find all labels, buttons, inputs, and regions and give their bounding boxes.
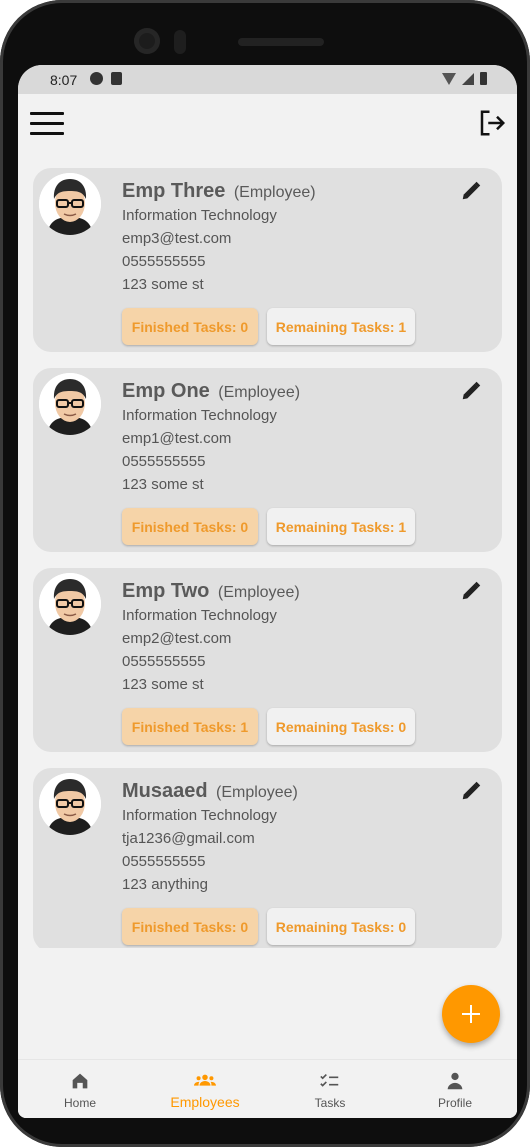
finished-tasks-chip[interactable]: Finished Tasks: 0: [122, 508, 258, 545]
app-bar: [18, 94, 517, 156]
sd-card-icon: [111, 72, 122, 85]
employee-card[interactable]: Emp Two (Employee) Information Technolog…: [33, 568, 502, 752]
employee-name: Musaaed: [122, 780, 208, 802]
employee-name: Emp One: [122, 380, 210, 402]
front-camera: [134, 28, 160, 54]
employee-phone: 0555555555: [122, 853, 206, 870]
app-screen: 8:07 Emp Three (Employee) Information Te…: [18, 65, 517, 1118]
people-icon: [194, 1074, 216, 1086]
remaining-tasks-chip[interactable]: Remaining Tasks: 0: [267, 708, 415, 745]
employee-card[interactable]: Emp One (Employee) Information Technolog…: [33, 368, 502, 552]
avatar: [39, 573, 101, 635]
nav-profile-label: Profile: [437, 1096, 472, 1110]
finished-tasks-chip[interactable]: Finished Tasks: 0: [122, 308, 258, 345]
employee-list: Emp Three (Employee) Information Technol…: [33, 168, 502, 948]
avatar: [39, 773, 101, 835]
employee-address: 123 some st: [122, 676, 204, 693]
employee-email: emp2@test.com: [122, 630, 232, 647]
nav-profile[interactable]: Profile: [393, 1060, 517, 1118]
nav-tasks-label: Tasks: [314, 1096, 346, 1110]
remaining-tasks-chip[interactable]: Remaining Tasks: 1: [267, 508, 415, 545]
signal-icon: [462, 72, 474, 85]
nav-tasks[interactable]: Tasks: [268, 1060, 392, 1118]
nav-home[interactable]: Home: [18, 1060, 142, 1118]
employee-phone: 0555555555: [122, 453, 206, 470]
employee-role: (Employee): [217, 584, 300, 601]
finished-tasks-chip[interactable]: Finished Tasks: 1: [122, 708, 258, 745]
phone-frame: 8:07 Emp Three (Employee) Information Te…: [0, 0, 530, 1147]
status-bar: 8:07: [18, 65, 517, 94]
employee-role: (Employee): [216, 784, 298, 801]
nav-employees-label: Employees: [170, 1094, 240, 1110]
nav-home-label: Home: [63, 1096, 96, 1110]
remaining-tasks-chip[interactable]: Remaining Tasks: 1: [267, 308, 415, 345]
sensor: [174, 30, 186, 54]
earpiece-speaker: [238, 38, 324, 46]
status-time: 8:07: [50, 72, 78, 88]
edit-icon[interactable]: [460, 180, 482, 202]
employee-role: (Employee): [218, 384, 301, 401]
finished-tasks-chip[interactable]: Finished Tasks: 0: [122, 908, 258, 945]
add-employee-button[interactable]: [442, 985, 500, 1043]
employee-department: Information Technology: [122, 407, 277, 424]
employee-name: Emp Three: [122, 180, 226, 202]
employee-email: emp1@test.com: [122, 430, 232, 447]
employee-email: tja1236@gmail.com: [122, 830, 255, 847]
home-icon: [72, 1073, 88, 1089]
battery-icon: [480, 72, 487, 85]
edit-icon[interactable]: [460, 780, 482, 802]
plus-icon: [462, 1005, 480, 1023]
data-saver-icon: [90, 72, 103, 85]
employee-address: 123 some st: [122, 476, 204, 493]
employee-email: emp3@test.com: [122, 230, 232, 247]
remaining-tasks-chip[interactable]: Remaining Tasks: 0: [267, 908, 415, 945]
edit-icon[interactable]: [460, 380, 482, 402]
bottom-navigation: Home Employees Tasks Profile: [18, 1059, 517, 1118]
employee-address: 123 anything: [122, 876, 208, 893]
menu-icon[interactable]: [30, 112, 64, 136]
employee-name: Emp Two: [122, 580, 210, 602]
employee-address: 123 some st: [122, 276, 204, 293]
avatar: [39, 373, 101, 435]
employee-phone: 0555555555: [122, 253, 206, 270]
employee-department: Information Technology: [122, 807, 277, 824]
person-icon: [447, 1072, 463, 1090]
edit-icon[interactable]: [460, 580, 482, 602]
tasks-icon: [320, 1073, 339, 1087]
nav-employees[interactable]: Employees: [143, 1060, 267, 1118]
avatar: [39, 173, 101, 235]
employee-department: Information Technology: [122, 207, 277, 224]
logout-icon[interactable]: [477, 108, 507, 138]
employee-department: Information Technology: [122, 607, 277, 624]
wifi-icon: [442, 72, 456, 85]
employee-card[interactable]: Musaaed (Employee) Information Technolog…: [33, 768, 502, 948]
employee-role: (Employee): [233, 184, 316, 201]
employee-card[interactable]: Emp Three (Employee) Information Technol…: [33, 168, 502, 352]
employee-phone: 0555555555: [122, 653, 206, 670]
